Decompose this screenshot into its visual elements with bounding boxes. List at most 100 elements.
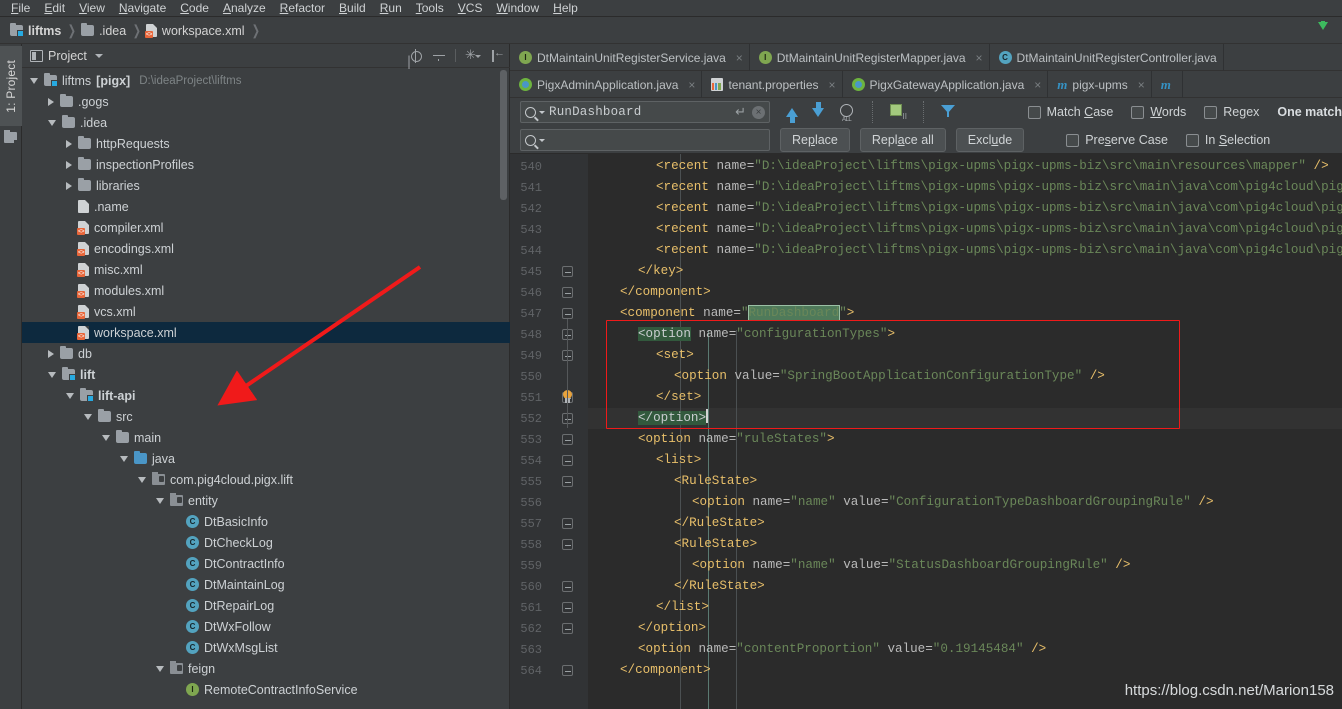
- tree-node-vcsxml[interactable]: vcs.xml: [22, 301, 510, 322]
- tree-node-inspectionProfiles[interactable]: inspectionProfiles: [22, 154, 510, 175]
- menu-item-help[interactable]: Help: [546, 0, 585, 16]
- locate-target-icon[interactable]: [409, 48, 423, 63]
- chevron-down-icon[interactable]: [539, 138, 545, 142]
- tree-node-main[interactable]: main: [22, 427, 510, 448]
- code-fold-toggle[interactable]: [562, 623, 573, 634]
- collapse-arrow-icon[interactable]: [156, 497, 164, 504]
- tree-node-compilerxml[interactable]: compiler.xml: [22, 217, 510, 238]
- settings-gear-icon[interactable]: [465, 47, 481, 63]
- checkbox-box[interactable]: [1066, 133, 1080, 147]
- project-tree-scrollbar[interactable]: [500, 70, 507, 200]
- close-icon[interactable]: ×: [688, 79, 695, 91]
- collapse-arrow-icon[interactable]: [156, 665, 164, 672]
- editor-tab-tenantproperties[interactable]: tenant.properties ×: [702, 71, 843, 98]
- project-structure-icon[interactable]: [4, 130, 18, 144]
- checkbox-words[interactable]: Words: [1131, 105, 1186, 119]
- add-selection-icon[interactable]: [889, 103, 907, 121]
- search-input[interactable]: RunDashboard ↵ ×: [520, 101, 770, 123]
- tree-node-entity[interactable]: entity: [22, 490, 510, 511]
- editor-tab-PigxAdminApplicationjava[interactable]: PigxAdminApplication.java ×: [510, 71, 703, 98]
- code-fold-toggle[interactable]: [562, 287, 573, 298]
- code-editor[interactable]: 540 541 542 543 544 545 546 547 548 549 550 551 552 5…: [510, 154, 1342, 709]
- tree-node-DtWxMsgList[interactable]: C DtWxMsgList: [22, 637, 510, 658]
- tree-node-src[interactable]: src: [22, 406, 510, 427]
- menu-item-file[interactable]: File: [4, 0, 37, 16]
- collapse-arrow-icon[interactable]: [48, 371, 56, 378]
- tree-node-DtContractInfo[interactable]: C DtContractInfo: [22, 553, 510, 574]
- tree-node-DtWxFollow[interactable]: C DtWxFollow: [22, 616, 510, 637]
- checkbox-regex[interactable]: Regex: [1204, 105, 1259, 119]
- checkbox-box[interactable]: [1027, 105, 1041, 119]
- tree-node-compig4cloudpigxlift[interactable]: com.pig4cloud.pigx.lift: [22, 469, 510, 490]
- menu-item-navigate[interactable]: Navigate: [112, 0, 173, 16]
- close-icon[interactable]: ×: [1138, 79, 1145, 91]
- replace-button[interactable]: Replace: [780, 128, 850, 152]
- code-fold-toggle[interactable]: [562, 455, 573, 466]
- checkbox-box[interactable]: [1131, 105, 1145, 119]
- tree-node-libraries[interactable]: libraries: [22, 175, 510, 196]
- collapse-arrow-icon[interactable]: [66, 392, 74, 399]
- expand-arrow-icon[interactable]: [66, 160, 72, 169]
- collapse-arrow-icon[interactable]: [102, 434, 110, 441]
- editor-tab-overflow[interactable]: m: [1152, 71, 1183, 98]
- collapse-arrow-icon[interactable]: [84, 413, 92, 420]
- close-icon[interactable]: ×: [1034, 79, 1041, 91]
- replace-input[interactable]: [520, 129, 770, 151]
- breadcrumb-item-idea[interactable]: .idea: [79, 23, 130, 39]
- return-icon[interactable]: ↵: [735, 104, 746, 120]
- editor-gutter[interactable]: 540 541 542 543 544 545 546 547 548 549 550 551 552 5…: [510, 154, 588, 709]
- code-fold-toggle[interactable]: [562, 476, 573, 487]
- code-content[interactable]: <recent name="D:\ideaProject\liftms\pigx…: [588, 154, 1342, 709]
- code-fold-toggle[interactable]: [562, 539, 573, 550]
- find-next-icon[interactable]: [812, 101, 824, 117]
- tree-node-modulesxml[interactable]: modules.xml: [22, 280, 510, 301]
- editor-tab-DtMaintainUnitRegisterControllerjava[interactable]: C DtMaintainUnitRegisterController.java: [990, 44, 1224, 71]
- close-icon[interactable]: ×: [976, 52, 983, 64]
- code-fold-toggle[interactable]: [562, 266, 573, 277]
- tree-node-DtBasicInfo[interactable]: C DtBasicInfo: [22, 511, 510, 532]
- breadcrumb-item-liftms[interactable]: liftms: [8, 23, 65, 39]
- menu-item-view[interactable]: View: [72, 0, 112, 16]
- close-icon[interactable]: ×: [829, 79, 836, 91]
- exclude-button[interactable]: Exclude: [955, 128, 1025, 152]
- collapse-arrow-icon[interactable]: [30, 77, 38, 84]
- menu-item-tools[interactable]: Tools: [409, 0, 451, 16]
- tree-node-feign[interactable]: feign: [22, 658, 510, 679]
- close-icon[interactable]: ×: [736, 52, 743, 64]
- project-tree[interactable]: liftms [pigx] D:\ideaProject\liftms .gogs .i…: [22, 68, 510, 709]
- checkbox-box[interactable]: [1204, 105, 1218, 119]
- code-fold-toggle[interactable]: [562, 602, 573, 613]
- code-fold-toggle[interactable]: [562, 308, 573, 319]
- tree-node-liftapi[interactable]: lift-api: [22, 385, 510, 406]
- menu-item-window[interactable]: Window: [489, 0, 546, 16]
- checkbox-preserve-case[interactable]: Preserve Case: [1066, 133, 1168, 147]
- editor-tab-DtMaintainUnitRegisterServicejava[interactable]: I DtMaintainUnitRegisterService.java ×: [510, 44, 750, 71]
- tree-node-workspacexml[interactable]: workspace.xml: [22, 322, 510, 343]
- tree-node-gogs[interactable]: .gogs: [22, 91, 510, 112]
- project-view-selector[interactable]: Project: [30, 49, 103, 63]
- menu-item-run[interactable]: Run: [373, 0, 409, 16]
- checkbox-box[interactable]: [1185, 133, 1199, 147]
- editor-tab-PigxGatewayApplicationjava[interactable]: PigxGatewayApplication.java ×: [843, 71, 1049, 98]
- menu-item-edit[interactable]: Edit: [37, 0, 72, 16]
- code-fold-toggle[interactable]: [562, 434, 573, 445]
- clear-search-icon[interactable]: ×: [752, 105, 765, 119]
- tree-node-DtMaintainLog[interactable]: C DtMaintainLog: [22, 574, 510, 595]
- checkbox-match-case[interactable]: Match Case: [1027, 105, 1113, 119]
- tree-node-encodingsxml[interactable]: encodings.xml: [22, 238, 510, 259]
- expand-arrow-icon[interactable]: [48, 97, 54, 106]
- select-all-occurrences-icon[interactable]: [838, 103, 856, 123]
- collapse-arrow-icon[interactable]: [48, 119, 56, 126]
- chevron-down-icon[interactable]: [539, 110, 545, 114]
- replace-all-button[interactable]: Replace all: [859, 128, 946, 152]
- menu-item-refactor[interactable]: Refactor: [273, 0, 332, 16]
- collapse-all-icon[interactable]: [432, 49, 446, 70]
- download-indicator-icon[interactable]: [1318, 21, 1328, 30]
- tree-node-miscxml[interactable]: misc.xml: [22, 259, 510, 280]
- tree-node-idea[interactable]: .idea: [22, 112, 510, 133]
- code-fold-toggle[interactable]: [562, 518, 573, 529]
- checkbox-in-selection[interactable]: In Selection: [1185, 133, 1270, 147]
- collapse-arrow-icon[interactable]: [138, 476, 146, 483]
- expand-arrow-icon[interactable]: [66, 139, 72, 148]
- sidebar-item-project[interactable]: 1: Project: [0, 46, 22, 126]
